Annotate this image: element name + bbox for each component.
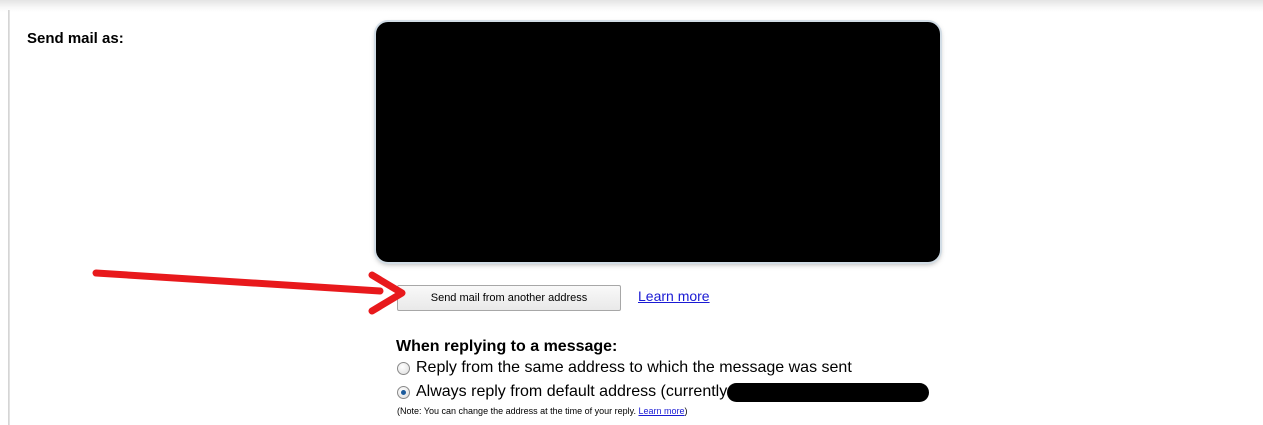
reply-note-text: (Note: You can change the address at the… [397,406,639,416]
reply-default-address-option[interactable]: Always reply from default address (curre… [397,382,930,402]
reply-same-address-label: Reply from the same address to which the… [416,359,852,376]
redacted-default-email [727,382,930,402]
reply-note: (Note: You can change the address at the… [397,406,688,417]
reply-default-address-radio[interactable] [397,385,410,399]
reply-note-close: ) [684,406,688,416]
reply-same-address-radio[interactable] [397,361,410,375]
note-learn-more-link[interactable]: Learn more [638,406,684,416]
reply-same-address-option[interactable]: Reply from the same address to which the… [397,358,852,378]
reply-default-address-label: Always reply from default address (curre… [416,383,728,400]
reply-settings-heading: When replying to a message: [396,338,618,355]
